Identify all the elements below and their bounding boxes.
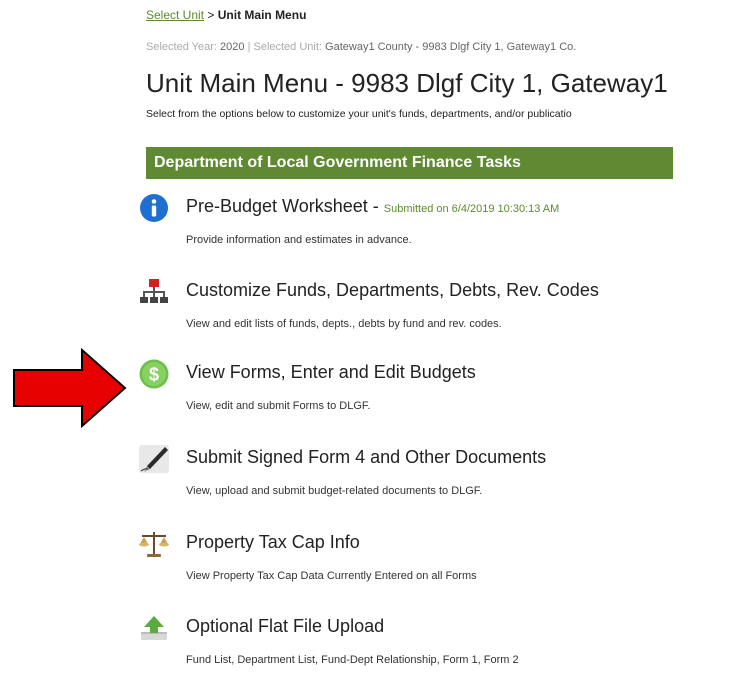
page-title: Unit Main Menu - 9983 Dlgf City 1, Gatew… <box>146 68 668 98</box>
selected-info: Selected Year: 2020 | Selected Unit: Gat… <box>146 41 576 53</box>
task-title[interactable]: Submit Signed Form 4 and Other Documents <box>186 447 546 468</box>
red-arrow-annotation <box>13 348 127 428</box>
page-subtitle: Select from the options below to customi… <box>146 108 572 120</box>
breadcrumb-current: Unit Main Menu <box>217 8 307 22</box>
task-title[interactable]: Property Tax Cap Info <box>186 532 360 553</box>
task-title[interactable]: Customize Funds, Departments, Debts, Rev… <box>186 280 599 301</box>
task-description: View and edit lists of funds, depts., de… <box>186 318 502 330</box>
task-description: Fund List, Department List, Fund-Dept Re… <box>186 654 519 666</box>
breadcrumb-select-unit-link[interactable]: Select Unit <box>146 8 204 22</box>
selected-unit-value: Gateway1 County - 9983 Dlgf City 1, Gate… <box>325 41 577 53</box>
selected-divider: | <box>247 41 251 53</box>
section-header: Department of Local Government Finance T… <box>146 147 673 179</box>
task-status: Submitted on 6/4/2019 10:30:13 AM <box>383 203 560 215</box>
breadcrumb-separator: > <box>207 8 215 22</box>
scales-icon[interactable] <box>138 528 170 560</box>
task-title[interactable]: View Forms, Enter and Edit Budgets <box>186 362 476 383</box>
selected-year-value: 2020 <box>220 41 245 53</box>
breadcrumb: Select Unit > Unit Main Menu <box>146 8 306 22</box>
selected-unit-label: Selected Unit: <box>253 41 322 53</box>
pen-icon[interactable] <box>138 443 170 475</box>
svg-text:$: $ <box>149 365 159 385</box>
info-icon[interactable] <box>138 192 170 224</box>
org-chart-icon[interactable] <box>138 276 170 308</box>
selected-year-label: Selected Year: <box>146 41 217 53</box>
task-description: View, edit and submit Forms to DLGF. <box>186 400 371 412</box>
task-description: View, upload and submit budget-related d… <box>186 485 483 497</box>
task-title-text[interactable]: Pre-Budget Worksheet - <box>186 196 379 216</box>
task-description: View Property Tax Cap Data Currently Ent… <box>186 570 477 582</box>
task-title[interactable]: Pre-Budget Worksheet - Submitted on 6/4/… <box>186 196 559 217</box>
dollar-icon[interactable]: $ <box>138 358 170 390</box>
task-title[interactable]: Optional Flat File Upload <box>186 616 384 637</box>
upload-icon[interactable] <box>138 612 170 644</box>
task-description: Provide information and estimates in adv… <box>186 234 412 246</box>
